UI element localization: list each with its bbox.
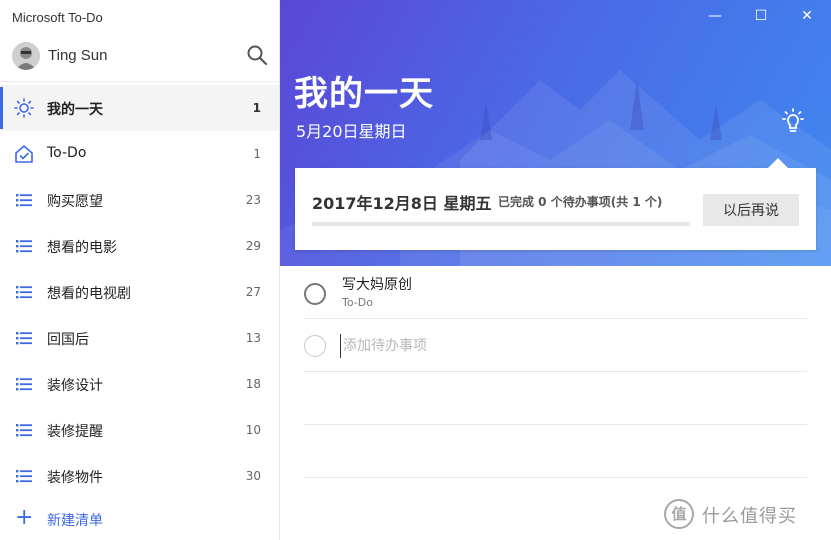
task-list-name: To-Do (342, 296, 373, 309)
avatar[interactable] (12, 42, 40, 70)
list-icon (16, 470, 32, 483)
task-item[interactable]: 写大妈原创 To-Do (304, 266, 807, 319)
new-list-button[interactable]: + 新建清单 (0, 500, 279, 538)
task-title: 写大妈原创 (342, 277, 412, 293)
sidebar-nav: 我的一天 1 To-Do 1 购买愿望 23 想看的电影 29 想看的电视剧 2… (0, 85, 279, 499)
add-task-input[interactable] (340, 334, 780, 358)
plus-icon: + (15, 505, 34, 530)
suggestion-date: 2017年12月8日 星期五 (312, 194, 492, 213)
empty-row (304, 372, 807, 425)
watermark-text: 什么值得买 (702, 506, 797, 527)
suggestion-status: 已完成 0 个待办事项(共 1 个) (498, 195, 663, 209)
later-button[interactable]: 以后再说 (703, 194, 799, 226)
sidebar-item-count: 13 (245, 331, 261, 345)
sidebar-item-label: To-Do (47, 145, 87, 161)
sidebar-item-list[interactable]: 想看的电视剧 27 (0, 269, 279, 315)
sidebar-item-count: 10 (245, 423, 261, 437)
sidebar-item-label: 购买愿望 (47, 194, 103, 210)
list-icon (16, 286, 32, 299)
list-icon (16, 332, 32, 345)
hero-banner: — ☐ ✕ 我的一天 5月20日星期日 2017年12月8日 星期五 已完成 0… (280, 0, 831, 266)
sidebar-item-count: 30 (245, 469, 261, 483)
sidebar-item-list[interactable]: 想看的电影 29 (0, 223, 279, 269)
empty-row (304, 425, 807, 478)
list-icon (16, 378, 32, 391)
app-title: Microsoft To-Do (12, 10, 103, 25)
minimize-button[interactable]: — (702, 4, 728, 28)
sidebar-item-label: 我的一天 (47, 102, 103, 118)
maximize-button[interactable]: ☐ (748, 4, 774, 28)
progress-bar (312, 222, 690, 226)
complete-checkbox[interactable] (304, 283, 326, 305)
sidebar-item-count: 18 (245, 377, 261, 391)
sidebar-item-list[interactable]: 装修提醒 10 (0, 407, 279, 453)
suggestion-card: 2017年12月8日 星期五 已完成 0 个待办事项(共 1 个) 以后再说 (295, 158, 816, 250)
sidebar-item-label: 装修设计 (47, 378, 103, 394)
add-task-row[interactable] (304, 319, 807, 372)
home-icon (15, 145, 33, 163)
sidebar-item-label: 装修物件 (47, 470, 103, 486)
sidebar-item-count: 1 (252, 101, 261, 115)
sun-icon (14, 98, 34, 118)
sidebar-item-count: 1 (253, 147, 261, 161)
page-title: 我的一天 (294, 74, 434, 114)
sidebar-item-todo[interactable]: To-Do 1 (0, 131, 279, 177)
new-list-label: 新建清单 (47, 513, 103, 529)
page-date: 5月20日星期日 (296, 122, 407, 141)
list-icon (16, 424, 32, 437)
sidebar-item-list[interactable]: 装修设计 18 (0, 361, 279, 407)
sidebar-item-list[interactable]: 购买愿望 23 (0, 177, 279, 223)
user-name: Ting Sun (48, 47, 108, 64)
add-task-circle-icon (304, 335, 326, 357)
user-row[interactable]: Ting Sun (0, 38, 279, 82)
close-button[interactable]: ✕ (794, 4, 820, 28)
sidebar-item-list[interactable]: 装修物件 30 (0, 453, 279, 499)
sidebar-item-count: 23 (245, 193, 261, 207)
sidebar-item-label: 回国后 (47, 332, 89, 348)
watermark-logo-icon: 值 (664, 499, 694, 529)
list-icon (16, 194, 32, 207)
main-panel: — ☐ ✕ 我的一天 5月20日星期日 2017年12月8日 星期五 已完成 0… (280, 0, 831, 540)
search-icon[interactable] (245, 43, 269, 67)
task-list: 写大妈原创 To-Do (304, 266, 807, 478)
list-icon (16, 240, 32, 253)
sidebar-item-my-day[interactable]: 我的一天 1 (0, 85, 279, 131)
sidebar-item-list[interactable]: 回国后 13 (0, 315, 279, 361)
sidebar-item-label: 想看的电视剧 (47, 286, 131, 302)
sidebar-item-count: 27 (245, 285, 261, 299)
sidebar: Microsoft To-Do Ting Sun 我的一天 1 To-Do 1 … (0, 0, 280, 540)
sidebar-item-label: 装修提醒 (47, 424, 103, 440)
lightbulb-icon[interactable] (778, 106, 808, 136)
sidebar-item-count: 29 (245, 239, 261, 253)
sidebar-item-label: 想看的电影 (47, 240, 117, 256)
